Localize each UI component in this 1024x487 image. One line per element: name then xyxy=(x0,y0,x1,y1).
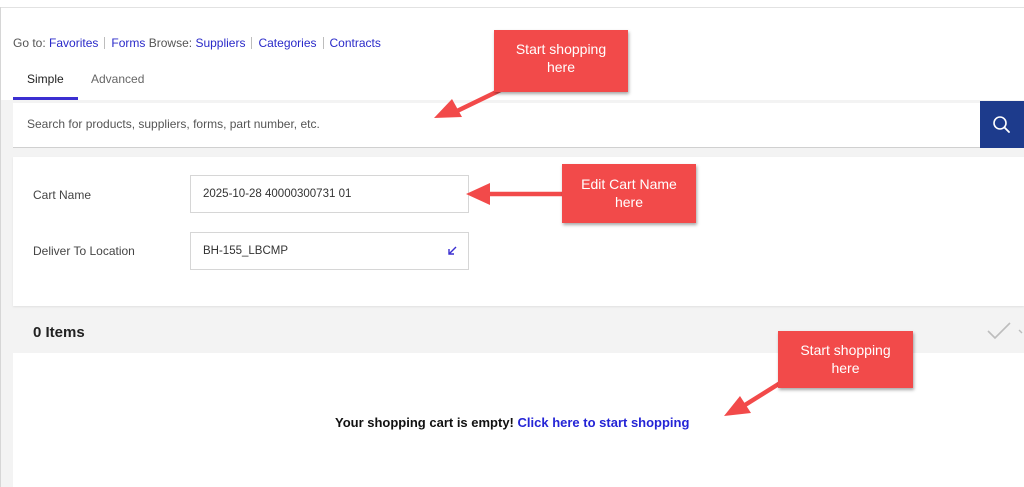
callout-line: here xyxy=(614,194,644,210)
callout-edit-cart-name: Edit Cart Name here xyxy=(562,164,696,223)
callout-line: Start shopping xyxy=(800,342,891,358)
callout-line: here xyxy=(831,360,860,376)
callout-line: Start shopping xyxy=(515,41,607,57)
callout-start-shopping-top: Start shopping here xyxy=(494,30,628,92)
callout-line: here xyxy=(546,59,576,75)
callout-start-shopping-bottom: Start shopping here xyxy=(778,331,913,388)
callout-line: Edit Cart Name xyxy=(581,176,677,192)
